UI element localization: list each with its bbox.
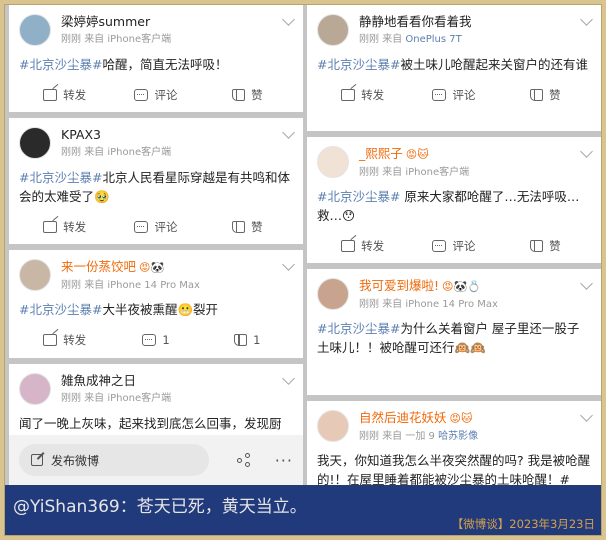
post-meta: 刚刚 来自 iPhone客户端: [61, 393, 172, 404]
avatar[interactable]: [317, 278, 349, 310]
avatar[interactable]: [19, 259, 51, 291]
thumbs-up-icon: [232, 221, 246, 233]
device-link[interactable]: OnePlus 7T: [405, 34, 461, 45]
hashtag-link[interactable]: #北京沙尘暴#: [317, 57, 400, 72]
avatar[interactable]: [317, 146, 349, 178]
avatar[interactable]: [19, 14, 51, 46]
share-icon: [43, 89, 58, 101]
post-text: #北京沙尘暴#被土味儿呛醒起来关窗户的还有谁: [317, 57, 588, 72]
post-author[interactable]: _熙熙子 😡🐱: [359, 145, 591, 163]
like-count: 1: [253, 333, 261, 347]
hashtag-link[interactable]: #北京沙尘暴#: [317, 189, 400, 204]
hashtag-link[interactable]: #北京沙尘暴#: [19, 302, 102, 317]
more-icon[interactable]: ···: [275, 451, 293, 470]
post-text: 闻了一晚上灰味，起来找到底怎么回事，发现厨: [19, 416, 282, 431]
device-link[interactable]: 哈苏影像: [438, 431, 478, 442]
comment-button[interactable]: 评论: [408, 87, 499, 103]
like-button[interactable]: 赞: [500, 87, 591, 103]
post-meta: 刚刚 来自 iPhone客户端: [61, 147, 172, 158]
share-button[interactable]: 转发: [19, 219, 110, 235]
banner-source: 【微博谈】2023年3月23日: [451, 517, 595, 531]
comment-button[interactable]: 1: [110, 333, 201, 347]
post-meta: 刚刚 来自 iPhone客户端: [61, 34, 172, 45]
feed-column-right: 静静地看看你看着我 刚刚 来自 OnePlus 7T #北京沙尘暴#被土味儿呛醒…: [307, 5, 601, 485]
composer-bar: 发布微博 ···: [9, 435, 303, 485]
like-button[interactable]: 赞: [202, 87, 293, 103]
comment-button[interactable]: 评论: [110, 219, 201, 235]
feed-column-left: 梁婷婷summer 刚刚 来自 iPhone客户端 #北京沙尘暴#哈醒，简直无法…: [9, 5, 303, 485]
post-text: #北京沙尘暴# 原来大家都呛醒了…无法呼吸…救…😯: [317, 189, 580, 223]
post-author[interactable]: KPAX3: [61, 126, 293, 143]
thumbs-up-icon: [234, 334, 248, 346]
comment-icon: [134, 221, 149, 233]
screenshot-frame: 梁婷婷summer 刚刚 来自 iPhone客户端 #北京沙尘暴#哈醒，简直无法…: [4, 4, 602, 536]
post-author[interactable]: 梁婷婷summer: [61, 13, 293, 30]
edit-icon: [31, 454, 43, 466]
share-icon: [341, 240, 356, 252]
post-card: 自然后迪花妖妖 😡🐱 刚刚 来自 一加 9 哈苏影像 我天，你知道我怎么半夜突然醒…: [307, 401, 601, 485]
post-text: #北京沙尘暴#为什么关着窗户 屋子里还一股子土味儿！！被呛醒可还行🙉🙉: [317, 321, 580, 355]
post-text: #北京沙尘暴#哈醒，简直无法呼吸！: [19, 57, 228, 72]
post-card: 静静地看看你看着我 刚刚 来自 OnePlus 7T #北京沙尘暴#被土味儿呛醒…: [307, 5, 601, 131]
comment-button[interactable]: 评论: [408, 238, 499, 254]
post-text: 我天，你知道我怎么半夜突然醒的吗? 我是被呛醒的!！在屋里睡着都能被沙尘暴的土味…: [317, 453, 591, 485]
share-button[interactable]: 转发: [19, 87, 110, 103]
post-author[interactable]: 我可爱到爆啦! 😡🐼💍: [359, 277, 591, 295]
post-text: #北京沙尘暴#北京人民看星际穿越是有共鸣和体会的太难受了🥹: [19, 170, 290, 204]
post-meta: 刚刚 来自 iPhone 14 Pro Max: [61, 280, 200, 291]
comment-icon: [432, 89, 447, 101]
share-icon: [341, 89, 356, 101]
share-icon: [43, 221, 58, 233]
post-author[interactable]: 自然后迪花妖妖 😡🐱: [359, 409, 591, 427]
post-card: 我可爱到爆啦! 😡🐼💍 刚刚 来自 iPhone 14 Pro Max #北京沙尘…: [307, 269, 601, 395]
post-meta: 刚刚 来自 一加 9 哈苏影像: [359, 431, 479, 442]
compose-post-button[interactable]: 发布微博: [19, 444, 210, 476]
quote-banner: @YiShan369：苍天已死，黄天当立。 【微博谈】2023年3月23日: [5, 485, 601, 535]
post-text: #北京沙尘暴#大半夜被熏醒😬裂开: [19, 302, 219, 317]
like-button[interactable]: 赞: [202, 219, 293, 235]
banner-quote: @YiShan369：苍天已死，黄天当立。: [13, 497, 307, 517]
comment-icon: [134, 89, 149, 101]
comment-icon: [432, 240, 447, 252]
post-author[interactable]: 雑魚成神之日: [61, 372, 293, 389]
thumbs-up-icon: [232, 89, 246, 101]
post-meta: 刚刚 来自 iPhone客户端: [359, 167, 470, 178]
like-button[interactable]: 赞: [500, 238, 591, 254]
post-card: 梁婷婷summer 刚刚 来自 iPhone客户端 #北京沙尘暴#哈醒，简直无法…: [9, 5, 303, 112]
hashtag-link[interactable]: #北京沙尘暴#: [19, 170, 102, 185]
like-button[interactable]: 1: [202, 333, 293, 347]
thumbs-up-icon: [530, 89, 544, 101]
avatar[interactable]: [317, 410, 349, 442]
user-badges: 😡🐱: [405, 148, 429, 161]
post-card: _熙熙子 😡🐱 刚刚 来自 iPhone客户端 #北京沙尘暴# 原来大家都呛醒了……: [307, 137, 601, 263]
post-card: 来一份蒸饺吧 😡🐼 刚刚 来自 iPhone 14 Pro Max #北京沙尘暴#…: [9, 250, 303, 358]
share-button[interactable]: 转发: [19, 332, 110, 348]
post-author[interactable]: 来一份蒸饺吧 😡🐼: [61, 258, 293, 276]
hashtag-link[interactable]: #北京沙尘暴#: [317, 321, 400, 336]
share-button[interactable]: 转发: [317, 238, 408, 254]
share-button[interactable]: 转发: [317, 87, 408, 103]
avatar[interactable]: [317, 14, 349, 46]
user-badges: 😡🐱: [449, 412, 473, 425]
post-meta: 刚刚 来自 iPhone 14 Pro Max: [359, 299, 498, 310]
hashtag-link[interactable]: #北京沙尘暴#: [19, 57, 102, 72]
user-badges: 😡🐼💍: [442, 280, 481, 293]
comment-button[interactable]: 评论: [110, 87, 201, 103]
post-author[interactable]: 静静地看看你看着我: [359, 13, 591, 30]
thumbs-up-icon: [530, 240, 544, 252]
post-meta: 刚刚 来自 OnePlus 7T: [359, 34, 462, 45]
avatar[interactable]: [19, 373, 51, 405]
comment-count: 1: [162, 333, 170, 347]
post-card: KPAX3 刚刚 来自 iPhone客户端 #北京沙尘暴#北京人民看星际穿越是有…: [9, 118, 303, 244]
avatar[interactable]: [19, 127, 51, 159]
share-network-icon[interactable]: [237, 453, 251, 467]
share-icon: [43, 334, 58, 346]
user-badges: 😡🐼: [139, 261, 165, 274]
comment-icon: [142, 334, 157, 346]
